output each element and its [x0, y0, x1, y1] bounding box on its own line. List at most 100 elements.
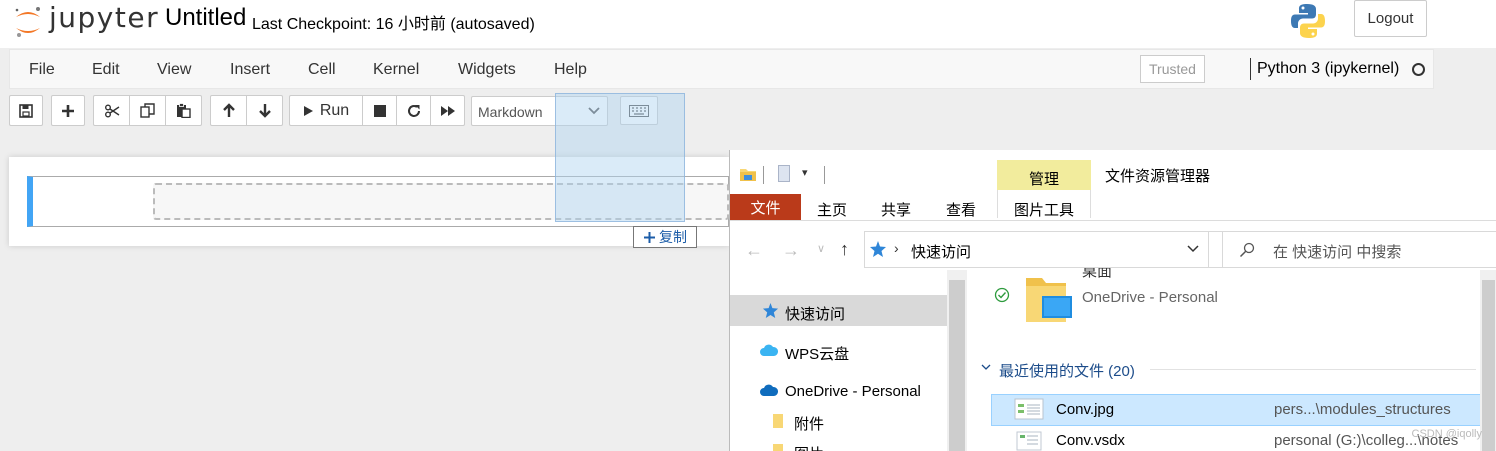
address-text[interactable]: 快速访问: [911, 241, 971, 262]
window-title: 文件资源管理器: [1105, 168, 1211, 185]
run-all-button[interactable]: [430, 95, 465, 126]
recent-files-header[interactable]: 最近使用的文件 (20): [999, 360, 1135, 381]
checkpoint-status: Last Checkpoint: 16 小时前 (autosaved): [252, 16, 535, 33]
clipboard-group: [93, 95, 202, 126]
ribbon-tab-view[interactable]: 查看: [946, 199, 976, 220]
stop-icon: [373, 104, 386, 117]
arrow-down-icon: [258, 104, 271, 118]
save-button[interactable]: [9, 95, 43, 126]
ribbon-tab-picture-tools[interactable]: 图片工具: [1014, 199, 1074, 220]
drag-copy-tooltip: 复制: [633, 226, 697, 248]
recent-file-name[interactable]: Conv.vsdx: [1056, 432, 1125, 449]
kernel-divider: [1250, 58, 1251, 80]
insert-cell-button[interactable]: [51, 95, 85, 126]
star-icon: [762, 302, 779, 324]
kernel-idle-indicator-icon: [1412, 63, 1425, 76]
file-explorer-window: ▾ 管理 文件资源管理器 文件 主页 共享 查看 图片工具 ← → ∨ ↑ › …: [729, 150, 1496, 451]
run-label: Run: [319, 101, 350, 119]
menu-view[interactable]: View: [157, 61, 191, 79]
ribbon-tab-share[interactable]: 共享: [881, 199, 911, 220]
cloud-icon: [759, 383, 779, 402]
cut-button[interactable]: [93, 95, 130, 126]
copy-button[interactable]: [129, 95, 166, 126]
star-icon: [869, 240, 887, 263]
plus-icon: [62, 104, 74, 117]
forward-arrow-icon[interactable]: →: [782, 240, 800, 261]
pinned-item-name[interactable]: 桌面: [1082, 268, 1112, 280]
breadcrumb-arrow-icon[interactable]: ›: [894, 240, 899, 256]
up-arrow-icon[interactable]: ↑: [840, 239, 849, 260]
kernel-name[interactable]: Python 3 (ipykernel): [1257, 60, 1399, 78]
logout-button[interactable]: Logout: [1354, 0, 1427, 37]
qat-divider: [763, 166, 764, 184]
watermark: CSDN @iqolly: [1411, 428, 1482, 440]
menu-insert[interactable]: Insert: [230, 61, 270, 79]
image-file-icon: [1014, 398, 1044, 425]
page-icon[interactable]: [778, 165, 790, 182]
trusted-badge[interactable]: Trusted: [1140, 55, 1205, 83]
cell-type-value: Markdown: [478, 104, 543, 120]
search-icon: [1239, 242, 1255, 263]
arrow-up-icon: [222, 103, 235, 117]
folder-icon: [772, 443, 784, 451]
move-group: [210, 95, 283, 126]
desktop-folder-icon[interactable]: [1024, 272, 1074, 331]
menu-kernel[interactable]: Kernel: [373, 61, 419, 79]
paste-button[interactable]: [165, 95, 202, 126]
restart-button[interactable]: [396, 95, 431, 126]
notebook-header: jupyter Untitled Last Checkpoint: 16 小时前…: [0, 0, 1496, 48]
back-arrow-icon[interactable]: ←: [745, 240, 763, 261]
address-bar[interactable]: › 快速访问: [864, 231, 1209, 268]
content-scrollbar-thumb[interactable]: [1482, 280, 1495, 451]
ribbon-tab-file[interactable]: 文件: [730, 194, 801, 221]
run-group: Run: [289, 95, 465, 126]
folder-icon: [772, 413, 784, 434]
ribbon-tab-home[interactable]: 主页: [817, 199, 847, 220]
visio-file-icon: [1016, 431, 1042, 451]
qat-dropdown-icon[interactable]: ▾: [802, 166, 808, 179]
plus-icon: [644, 231, 655, 243]
drag-selection-rect: [555, 93, 685, 222]
search-placeholder: 在 快速访问 中搜索: [1273, 244, 1402, 261]
recent-file-name[interactable]: Conv.jpg: [1056, 401, 1114, 418]
move-down-button[interactable]: [246, 95, 283, 126]
nav-item-quick-access[interactable]: 快速访问: [785, 303, 845, 324]
scissors-icon: [104, 104, 119, 117]
menu-cell[interactable]: Cell: [308, 61, 336, 79]
chevron-down-icon[interactable]: [980, 360, 992, 376]
qat-divider: [824, 166, 825, 184]
chevron-down-icon[interactable]: [1186, 241, 1200, 260]
folder-icon[interactable]: [739, 166, 757, 188]
move-up-button[interactable]: [210, 95, 247, 126]
menu-bar: [9, 49, 1434, 89]
paste-icon: [177, 103, 191, 118]
synced-check-icon: [994, 287, 1010, 308]
notebook-title[interactable]: Untitled: [165, 4, 246, 32]
search-box[interactable]: 在 快速访问 中搜索: [1222, 231, 1496, 268]
manage-context-label[interactable]: 管理: [997, 168, 1091, 189]
interrupt-button[interactable]: [362, 95, 397, 126]
jupyter-logo-icon[interactable]: [12, 4, 44, 45]
drag-copy-label: 复制: [659, 229, 687, 245]
python-logo-icon: [1290, 2, 1326, 45]
nav-item-wps-cloud[interactable]: WPS云盘: [785, 343, 849, 364]
recent-locations-icon[interactable]: ∨: [817, 242, 825, 255]
insert-group: [51, 95, 85, 126]
nav-item-pictures[interactable]: 图片: [794, 443, 824, 451]
menu-edit[interactable]: Edit: [92, 61, 120, 79]
menu-widgets[interactable]: Widgets: [458, 61, 516, 79]
run-button[interactable]: Run: [289, 95, 363, 126]
recent-file-path: pers...\modules_structures: [1274, 401, 1451, 418]
jupyter-logo-text[interactable]: jupyter: [49, 1, 159, 34]
ribbon-divider: [730, 220, 1496, 221]
copy-icon: [140, 103, 155, 118]
nav-item-onedrive[interactable]: OneDrive - Personal: [785, 383, 921, 400]
menu-help[interactable]: Help: [554, 61, 587, 79]
pinned-item-location: OneDrive - Personal: [1082, 289, 1218, 306]
nav-item-attachments[interactable]: 附件: [794, 413, 824, 434]
save-group: [9, 95, 43, 126]
nav-scrollbar-thumb[interactable]: [949, 280, 965, 451]
fast-forward-icon: [440, 105, 455, 116]
menu-file[interactable]: File: [29, 61, 55, 79]
cloud-icon: [759, 343, 779, 362]
